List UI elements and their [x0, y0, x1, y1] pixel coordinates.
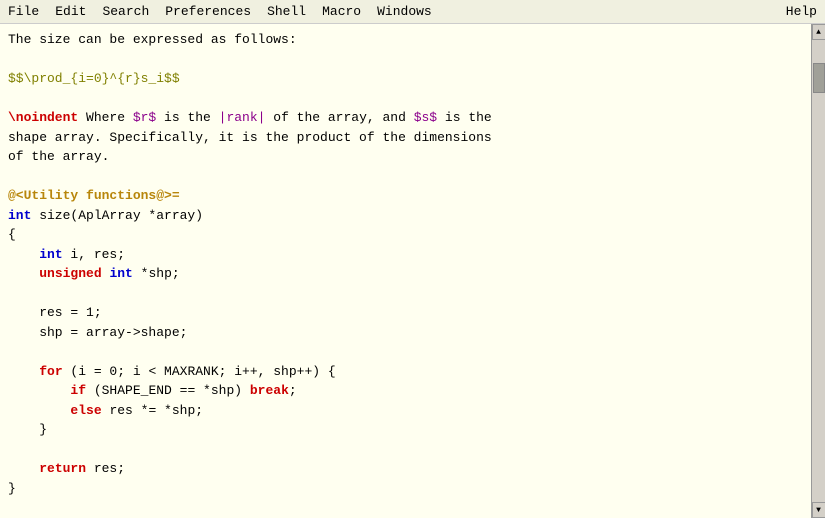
scroll-thumb[interactable]: [813, 63, 825, 93]
scroll-track[interactable]: [812, 40, 825, 502]
menu-edit[interactable]: Edit: [47, 2, 94, 21]
scroll-up-button[interactable]: ▲: [812, 24, 825, 40]
menu-shell[interactable]: Shell: [259, 2, 314, 21]
menu-macro[interactable]: Macro: [314, 2, 369, 21]
menu-file[interactable]: File: [0, 2, 47, 21]
scrollbar: ▲ ▼: [811, 24, 825, 518]
menu-preferences[interactable]: Preferences: [157, 2, 259, 21]
menu-help[interactable]: Help: [778, 2, 825, 21]
scroll-down-button[interactable]: ▼: [812, 502, 825, 518]
editor[interactable]: The size can be expressed as follows: $$…: [0, 24, 811, 518]
menubar: File Edit Search Preferences Shell Macro…: [0, 0, 825, 24]
menu-windows[interactable]: Windows: [369, 2, 440, 21]
menu-search[interactable]: Search: [94, 2, 157, 21]
content-area: The size can be expressed as follows: $$…: [0, 24, 825, 518]
